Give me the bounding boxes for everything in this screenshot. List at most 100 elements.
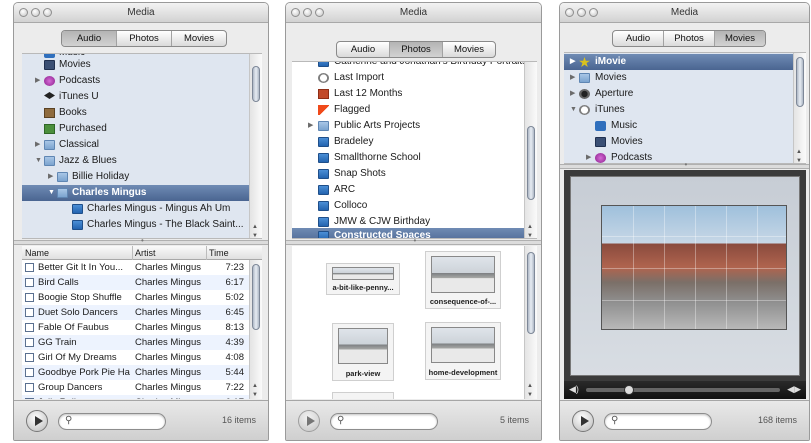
- scroll-down-arrow-icon[interactable]: ▼: [252, 233, 258, 238]
- column-header-artist[interactable]: Artist: [132, 246, 156, 260]
- source-item-mingus-ah-um[interactable]: Charles Mingus - Mingus Ah Um: [22, 201, 249, 217]
- title-bar[interactable]: Media: [286, 3, 541, 23]
- step-controls-icon[interactable]: ◀▶: [787, 384, 801, 395]
- scroll-down-arrow-icon[interactable]: ▼: [527, 392, 533, 398]
- disclosure-triangle-collapsed-icon[interactable]: ▶: [570, 70, 575, 86]
- scroll-down-arrow-icon[interactable]: ▼: [527, 233, 533, 238]
- scroll-up-arrow-icon[interactable]: ▲: [527, 224, 533, 230]
- tab-movies[interactable]: Movies: [172, 31, 226, 46]
- disclosure-triangle-expanded-icon[interactable]: ▼: [35, 153, 42, 169]
- source-item-charles-mingus[interactable]: ▼ Charles Mingus: [22, 185, 249, 201]
- movie-preview[interactable]: ◀) ◀▶: [564, 170, 806, 399]
- source-list[interactable]: Catherine and Jonathan's Birthday Portra…: [292, 61, 537, 239]
- disclosure-triangle-collapsed-icon[interactable]: ▶: [570, 54, 575, 70]
- source-item-smallthorne[interactable]: Smallthorne School: [292, 150, 524, 166]
- photo-thumbnail[interactable]: home-development: [425, 322, 501, 380]
- source-item-imovie[interactable]: ▶ iMovie: [564, 54, 793, 70]
- tab-audio[interactable]: Audio: [62, 31, 117, 46]
- source-item-arc[interactable]: ARC: [292, 182, 524, 198]
- disclosure-triangle-expanded-icon[interactable]: ▼: [570, 102, 577, 118]
- source-list[interactable]: ▶ iMovie ▶ Movies ▶ Aperture ▼ iTunes Mu…: [564, 52, 806, 164]
- scroll-thumb[interactable]: [252, 264, 260, 330]
- table-row[interactable]: Girl Of My Dreams Charles Mingus 4:08: [22, 350, 262, 365]
- scroll-thumb[interactable]: [527, 252, 535, 334]
- source-item-jazz-blues[interactable]: ▼ Jazz & Blues: [22, 153, 249, 169]
- photo-thumbnail[interactable]: park-view: [332, 323, 394, 381]
- source-item-itunes-u[interactable]: iTunes U: [22, 89, 249, 105]
- scroll-up-arrow-icon[interactable]: ▲: [796, 149, 802, 155]
- source-item-purchased[interactable]: Purchased: [22, 121, 249, 137]
- disclosure-triangle-collapsed-icon[interactable]: ▶: [570, 86, 575, 102]
- search-input[interactable]: [625, 415, 707, 428]
- search-field[interactable]: ⚲: [604, 413, 712, 430]
- photo-thumbnail[interactable]: consequence-of-...: [425, 251, 501, 309]
- split-view-divider[interactable]: [560, 160, 809, 169]
- play-button[interactable]: [572, 410, 594, 432]
- source-list-scrollbar[interactable]: ▲ ▼: [524, 62, 537, 238]
- tab-photos[interactable]: Photos: [390, 42, 443, 57]
- search-input[interactable]: [351, 415, 433, 428]
- source-item-last-import[interactable]: Last Import: [292, 70, 524, 86]
- column-header-time[interactable]: Time: [206, 246, 229, 260]
- photo-grid[interactable]: a-bit-like-penny... consequence-of-... p…: [292, 246, 537, 399]
- source-item-movies-folder[interactable]: ▶ Movies: [564, 70, 793, 86]
- track-list-scrollbar[interactable]: ▲ ▼: [249, 260, 262, 399]
- photo-thumbnail[interactable]: a-bit-like-penny...: [326, 263, 400, 295]
- source-item-movies[interactable]: Movies: [564, 134, 793, 150]
- table-row[interactable]: Duet Solo Dancers Charles Mingus 6:45: [22, 305, 262, 320]
- split-view-divider[interactable]: [14, 236, 268, 245]
- scroll-down-arrow-icon[interactable]: ▼: [252, 392, 258, 398]
- source-item-last-12-months[interactable]: Last 12 Months: [292, 86, 524, 102]
- disclosure-triangle-collapsed-icon[interactable]: ▶: [586, 150, 591, 163]
- playhead-knob[interactable]: [623, 385, 634, 395]
- volume-icon[interactable]: ◀): [569, 384, 579, 395]
- tab-photos[interactable]: Photos: [664, 31, 715, 46]
- table-row[interactable]: GG Train Charles Mingus 4:39: [22, 335, 262, 350]
- disclosure-triangle-collapsed-icon[interactable]: ▶: [308, 118, 313, 134]
- source-item-podcasts[interactable]: ▶ Podcasts: [22, 73, 249, 89]
- disclosure-triangle-collapsed-icon[interactable]: ▶: [35, 73, 40, 89]
- source-item-snap-shots[interactable]: Snap Shots: [292, 166, 524, 182]
- source-list-scrollbar[interactable]: ▲ ▼: [793, 53, 806, 163]
- disclosure-triangle-expanded-icon[interactable]: ▼: [48, 185, 55, 201]
- scroll-up-arrow-icon[interactable]: ▲: [252, 224, 258, 230]
- photo-grid-scrollbar[interactable]: ▲ ▼: [524, 246, 537, 399]
- source-item-bradeley[interactable]: Bradeley: [292, 134, 524, 150]
- table-row[interactable]: Fable Of Faubus Charles Mingus 8:13: [22, 320, 262, 335]
- playback-scrubber[interactable]: [586, 385, 780, 395]
- scroll-up-arrow-icon[interactable]: ▲: [527, 383, 533, 389]
- table-row[interactable]: Goodbye Pork Pie Hat Charles Mingus 5:44: [22, 365, 262, 380]
- scroll-thumb[interactable]: [796, 57, 804, 107]
- source-item-public-arts[interactable]: ▶ Public Arts Projects: [292, 118, 524, 134]
- source-list-scrollbar[interactable]: ▲ ▼: [249, 54, 262, 238]
- search-field[interactable]: ⚲: [58, 413, 166, 430]
- source-item-music[interactable]: Music: [564, 118, 793, 134]
- table-row[interactable]: Jelly Roll Charles Mingus6:17: [22, 395, 262, 399]
- source-item-movies[interactable]: Movies: [22, 57, 249, 73]
- title-bar[interactable]: Media: [14, 3, 268, 23]
- source-item-classical[interactable]: ▶ Classical: [22, 137, 249, 153]
- scroll-thumb[interactable]: [527, 126, 535, 200]
- scroll-up-arrow-icon[interactable]: ▲: [252, 383, 258, 389]
- table-row[interactable]: Bird Calls Charles Mingus 6:17: [22, 275, 262, 290]
- tab-audio[interactable]: Audio: [613, 31, 664, 46]
- source-item-constructed-spaces[interactable]: Constructed Spaces: [292, 228, 524, 238]
- source-item-colloco[interactable]: Colloco: [292, 198, 524, 214]
- table-row[interactable]: Better Git It In You... Charles Mingus 7:2…: [22, 260, 262, 275]
- table-row[interactable]: Boogie Stop Shuffle Charles Mingus 5:02: [22, 290, 262, 305]
- scroll-thumb[interactable]: [252, 66, 260, 102]
- source-item-aperture[interactable]: ▶ Aperture: [564, 86, 793, 102]
- photo-thumbnail[interactable]: [332, 392, 394, 399]
- source-list[interactable]: Music Movies ▶ Podcasts iTunes U Books P…: [22, 53, 262, 239]
- source-item-flagged[interactable]: Flagged: [292, 102, 524, 118]
- source-item-podcasts[interactable]: ▶ Podcasts: [564, 150, 793, 163]
- title-bar[interactable]: Media: [560, 3, 809, 23]
- source-item-black-saint[interactable]: Charles Mingus - The Black Saint...: [22, 217, 249, 233]
- track-list[interactable]: Name Artist Time Better Git It In You...…: [22, 246, 262, 399]
- source-item-itunes[interactable]: ▼ iTunes: [564, 102, 793, 118]
- disclosure-triangle-collapsed-icon[interactable]: ▶: [48, 169, 53, 185]
- tab-movies[interactable]: Movies: [443, 42, 495, 57]
- table-row[interactable]: Group Dancers Charles Mingus 7:22: [22, 380, 262, 395]
- split-view-divider[interactable]: [286, 236, 541, 245]
- source-item-books[interactable]: Books: [22, 105, 249, 121]
